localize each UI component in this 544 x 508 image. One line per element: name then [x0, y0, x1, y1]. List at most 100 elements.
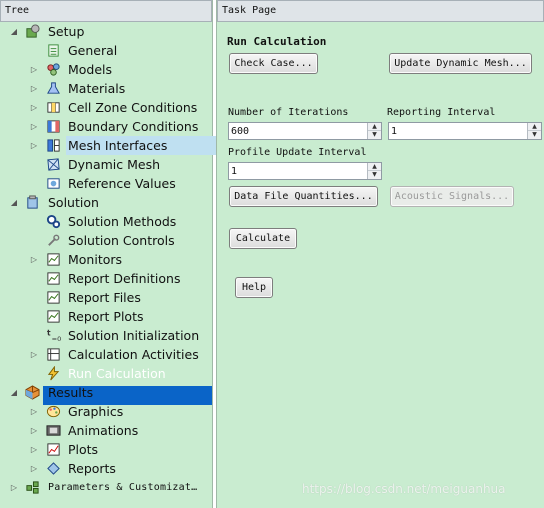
spin-down-icon[interactable]: ▼ — [368, 171, 381, 179]
tree-item-label: Graphics — [68, 404, 124, 419]
tree-item-report-plots[interactable]: Report Plots — [0, 307, 212, 326]
tree-item-solution-controls[interactable]: Solution Controls — [0, 231, 212, 250]
iterations-label: Number of Iterations — [228, 107, 349, 118]
collapse-arrow-icon[interactable]: ◢ — [9, 383, 19, 402]
spinner-arrows[interactable]: ▲ ▼ — [367, 163, 381, 179]
reporting-interval-input[interactable] — [389, 123, 527, 139]
tree-item-reference-values[interactable]: Reference Values — [0, 174, 212, 193]
tree-item-dynamic-mesh[interactable]: Dynamic Mesh — [0, 155, 212, 174]
tree-item-monitors[interactable]: ▷ Monitors — [0, 250, 212, 269]
iterations-input[interactable] — [229, 123, 367, 139]
mesh-interfaces-icon — [47, 139, 60, 152]
acoustic-signals-button: Acoustic Signals... — [390, 186, 514, 207]
tree-item-materials[interactable]: ▷ Materials — [0, 79, 212, 98]
collapse-arrow-icon[interactable]: ◢ — [9, 193, 19, 212]
iterations-spinbox[interactable]: ▲▼ — [228, 122, 382, 140]
expand-arrow-icon[interactable]: ▷ — [29, 79, 39, 98]
svg-text:t: t — [47, 329, 51, 338]
tree-item-solution-initialization[interactable]: t =0 Solution Initialization — [0, 326, 212, 345]
tree-item-animations[interactable]: ▷ Animations — [0, 421, 212, 440]
tree-item-graphics[interactable]: ▷ Graphics — [0, 402, 212, 421]
collapse-arrow-icon[interactable]: ◢ — [9, 22, 19, 41]
task-page-header: Task Page — [217, 0, 544, 22]
tree-item-run-calculation[interactable]: Run Calculation — [0, 364, 212, 383]
tree-body: ◢ Setup General ▷ Models ▷ Materials ▷ C… — [0, 22, 226, 508]
tree-item-label: Animations — [68, 423, 139, 438]
expand-arrow-icon[interactable]: ▷ — [29, 117, 39, 136]
tree-item-label: Results — [48, 385, 94, 400]
task-page-body: Run Calculation Check Case... Update Dyn… — [217, 22, 544, 508]
expand-arrow-icon[interactable]: ▷ — [29, 250, 39, 269]
expand-arrow-icon[interactable]: ▷ — [29, 459, 39, 478]
help-button[interactable]: Help — [235, 277, 273, 298]
tree-item-label: Report Plots — [68, 309, 144, 324]
spin-up-icon[interactable]: ▲ — [528, 123, 541, 131]
expand-arrow-icon[interactable]: ▷ — [29, 98, 39, 117]
setup-icon — [26, 24, 40, 38]
gears-icon — [46, 214, 61, 229]
profile-update-input[interactable] — [229, 163, 367, 179]
monitors-icon — [47, 253, 60, 266]
spin-down-icon[interactable]: ▼ — [528, 131, 541, 139]
update-dynamic-mesh-button[interactable]: Update Dynamic Mesh... — [389, 53, 532, 74]
tree-item-label: Plots — [68, 442, 99, 457]
task-panel: Task Page Run Calculation Check Case... … — [216, 0, 544, 508]
spin-down-icon[interactable]: ▼ — [368, 131, 381, 139]
tree-item-solution[interactable]: ◢ Solution — [0, 193, 212, 212]
tree-item-plots[interactable]: ▷ Plots — [0, 440, 212, 459]
tree-item-label: Dynamic Mesh — [68, 157, 161, 172]
expand-arrow-icon[interactable]: ▷ — [29, 345, 39, 364]
tree-item-label: Parameters & Customizat… — [48, 482, 198, 493]
tree-item-label: Cell Zone Conditions — [68, 100, 198, 115]
tree-item-reports[interactable]: ▷ Reports — [0, 459, 212, 478]
tree-item-label: Solution Controls — [68, 233, 175, 248]
spin-up-icon[interactable]: ▲ — [368, 123, 381, 131]
tree-item-general[interactable]: General — [0, 41, 212, 60]
expand-arrow-icon[interactable]: ▷ — [29, 136, 39, 155]
tree-item-label: Run Calculation — [68, 366, 166, 381]
svg-text:=0: =0 — [52, 335, 61, 343]
tree-item-solution-methods[interactable]: Solution Methods — [0, 212, 212, 231]
expand-arrow-icon[interactable]: ▷ — [9, 478, 19, 497]
boundary-conditions-icon — [47, 120, 60, 133]
profile-update-label: Profile Update Interval — [228, 147, 367, 158]
parameters-icon — [26, 481, 39, 494]
initialization-icon: t =0 — [47, 329, 61, 344]
tree-item-models[interactable]: ▷ Models — [0, 60, 212, 79]
tree-item-label: Materials — [68, 81, 126, 96]
reporting-interval-spinbox[interactable]: ▲▼ — [388, 122, 542, 140]
calculate-button[interactable]: Calculate — [229, 228, 297, 249]
expand-arrow-icon[interactable]: ▷ — [29, 402, 39, 421]
tree-item-cell-zone-conditions[interactable]: ▷ Cell Zone Conditions — [0, 98, 212, 117]
models-icon — [47, 63, 60, 76]
lightning-icon — [47, 366, 60, 381]
tree-item-mesh-interfaces[interactable]: ▷ Mesh Interfaces — [0, 136, 226, 155]
spinner-arrows[interactable]: ▲ ▼ — [367, 123, 381, 139]
tree-item-calculation-activities[interactable]: ▷ Calculation Activities — [0, 345, 212, 364]
data-file-quantities-button[interactable]: Data File Quantities... — [229, 186, 378, 207]
tree-item-parameters[interactable]: ▷ Parameters & Customizat… — [0, 478, 212, 497]
dynamic-mesh-icon — [47, 158, 60, 171]
tree-item-label: Solution Initialization — [68, 328, 200, 343]
spin-up-icon[interactable]: ▲ — [368, 163, 381, 171]
tree-item-report-definitions[interactable]: Report Definitions — [0, 269, 212, 288]
expand-arrow-icon[interactable]: ▷ — [29, 60, 39, 79]
reporting-interval-label: Reporting Interval — [387, 107, 496, 118]
page-title: Run Calculation — [227, 35, 327, 48]
profile-update-spinbox[interactable]: ▲▼ — [228, 162, 382, 180]
tree-panel: Tree ◢ Setup General ▷ Models ▷ Material… — [0, 0, 226, 508]
tree-item-label: Report Files — [68, 290, 141, 305]
expand-arrow-icon[interactable]: ▷ — [29, 440, 39, 459]
general-icon — [48, 44, 59, 57]
tree-item-report-files[interactable]: Report Files — [0, 288, 212, 307]
expand-arrow-icon[interactable]: ▷ — [29, 421, 39, 440]
spinner-arrows[interactable]: ▲ ▼ — [527, 123, 541, 139]
tree-item-boundary-conditions[interactable]: ▷ Boundary Conditions — [0, 117, 212, 136]
tree-item-results[interactable]: ◢ Results — [0, 383, 212, 402]
tree-item-label: Setup — [48, 24, 85, 39]
calculation-activities-icon — [47, 348, 60, 361]
check-case-button[interactable]: Check Case... — [229, 53, 318, 74]
solution-icon — [27, 195, 38, 209]
tree-item-label: Models — [68, 62, 113, 77]
tree-item-setup[interactable]: ◢ Setup — [0, 22, 212, 41]
